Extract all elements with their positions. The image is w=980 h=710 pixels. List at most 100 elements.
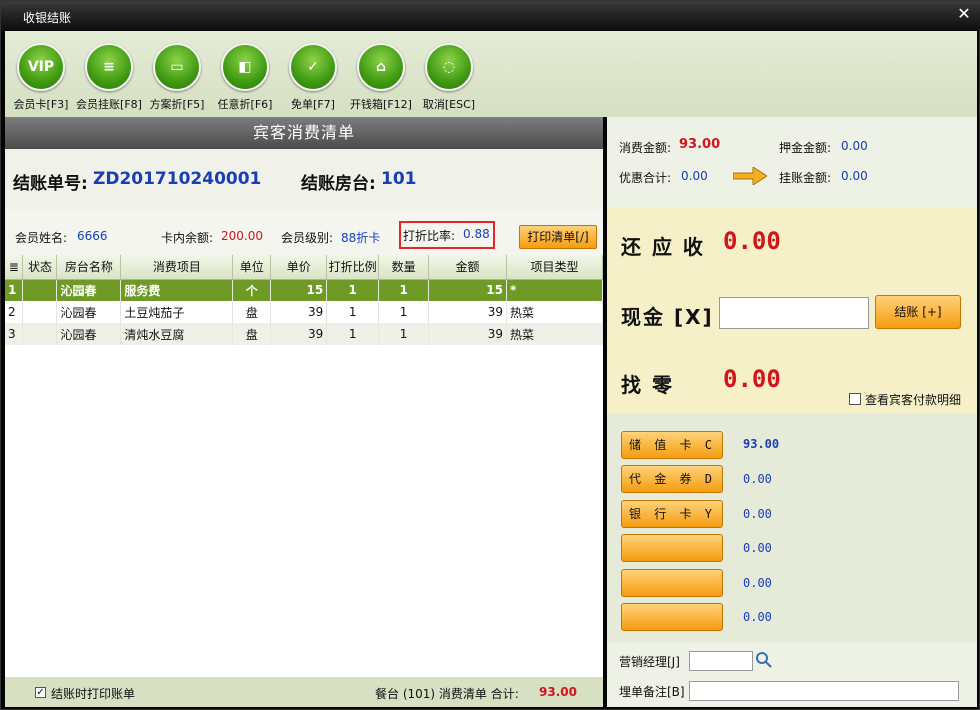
cancel-label: 取消[ESC]: [422, 98, 476, 111]
free-discount-label: 任意折[F6]: [217, 98, 273, 111]
credit-value: 0.00: [841, 169, 868, 183]
footer-summary-label: 餐台 (101) 消费清单 合计:: [375, 687, 519, 701]
col-room[interactable]: 房台名称: [56, 255, 122, 280]
table-row[interactable]: 2 沁园春 土豆炖茄子 盘 39 1 1 39 热菜: [5, 301, 603, 323]
discount-total-label: 优惠合计:: [619, 171, 672, 185]
voucher-button[interactable]: 代 金 券 D: [621, 465, 723, 493]
cash-label: 现金 [X]: [621, 305, 714, 329]
member-level-label: 会员级别:: [281, 231, 334, 245]
vip-card-label: 会员卡[F3]: [13, 98, 69, 111]
remark-input[interactable]: [689, 681, 959, 701]
payment-method-amount-6: 0.00: [743, 610, 772, 624]
window-title: 收银结账: [23, 11, 72, 25]
arrow-right-icon: [733, 167, 767, 185]
row-status: [22, 301, 58, 323]
row-index: 3: [5, 323, 24, 345]
cancel-button[interactable]: ◌ 取消[ESC]: [415, 39, 483, 115]
member-credit-button[interactable]: ≡ 会员挂账[F8]: [75, 39, 143, 115]
scheme-discount-button[interactable]: ▭ 方案折[F5]: [143, 39, 211, 115]
col-unit[interactable]: 单位: [232, 255, 272, 280]
amount-due-label: 还 应 收: [621, 235, 705, 259]
discount-total-value: 0.00: [681, 169, 708, 183]
vip-card-icon: VIP: [17, 43, 65, 91]
deposit-label: 押金金额:: [779, 141, 832, 155]
free-order-button[interactable]: ✓ 免单[F7]: [279, 39, 347, 115]
row-qty: 1: [378, 279, 430, 301]
stored-value-card-button[interactable]: 储 值 卡 C: [621, 431, 723, 459]
table-row[interactable]: 1 沁园春 服务费 个 15 1 1 15 *: [5, 279, 603, 301]
free-order-label: 免单[F7]: [291, 98, 335, 111]
cash-drawer-button[interactable]: ⌂ 开钱箱[F12]: [347, 39, 415, 115]
row-amount: 39: [428, 323, 507, 345]
row-item: 土豆炖茄子: [120, 301, 234, 323]
free-discount-button[interactable]: ◧ 任意折[F6]: [211, 39, 279, 115]
col-type[interactable]: 项目类型: [506, 255, 603, 280]
checkout-window: 收银结账 ✕ VIP 会员卡[F3] ≡ 会员挂账[F8] ▭ 方案折[F5] ◧ 任意…: [0, 0, 980, 710]
row-status: [22, 279, 58, 301]
consume-value: 93.00: [679, 137, 721, 152]
row-unit: 个: [232, 279, 272, 301]
row-price: 39: [270, 301, 328, 323]
col-price[interactable]: 单价: [270, 255, 328, 280]
close-icon[interactable]: ✕: [955, 5, 973, 23]
col-status[interactable]: 状态: [22, 255, 58, 280]
row-item: 清炖水豆腐: [120, 323, 234, 345]
member-credit-icon: ≡: [85, 43, 133, 91]
summary-box: 消费金额: 93.00 押金金额: 0.00 优惠合计: 0.00 挂账金额: …: [607, 117, 977, 207]
free-order-icon: ✓: [289, 43, 337, 91]
title-bar: 收银结账 ✕: [1, 1, 980, 31]
free-discount-icon: ◧: [221, 43, 269, 91]
payment-method-button-4[interactable]: [621, 534, 723, 562]
cancel-icon: ◌: [425, 43, 473, 91]
manager-input[interactable]: [689, 651, 753, 671]
table-row[interactable]: 3 沁园春 清炖水豆腐 盘 39 1 1 39 热菜: [5, 323, 603, 345]
row-price: 15: [270, 279, 328, 301]
settle-button[interactable]: 结账 [+]: [875, 295, 961, 329]
discount-rate-highlight: [399, 221, 495, 249]
col-ratio[interactable]: 打折比例: [326, 255, 380, 280]
consume-label: 消费金额:: [619, 141, 672, 155]
row-index-header: ≣: [5, 255, 24, 280]
print-on-checkout-checkbox[interactable]: ✓: [35, 687, 46, 698]
payment-method-button-6[interactable]: [621, 603, 723, 631]
row-room: 沁园春: [56, 301, 122, 323]
bill-panel: 宾客消费清单 结账单号: ZD201710240001 结账房台: 101 会员…: [5, 117, 603, 677]
row-ratio: 1: [326, 279, 380, 301]
col-qty[interactable]: 数量: [378, 255, 430, 280]
payment-method-amount-4: 0.00: [743, 541, 772, 555]
table-header-row: ≣ 状态 房台名称 消费项目 单位 单价 打折比例 数量 金额 项目类型: [5, 255, 603, 280]
member-name-label: 会员姓名:: [15, 231, 68, 245]
cash-drawer-label: 开钱箱[F12]: [350, 98, 412, 111]
card-balance-label: 卡内余额:: [161, 231, 214, 245]
stored-value-card-amount: 93.00: [743, 437, 780, 451]
bill-room-value: 101: [381, 169, 417, 189]
row-qty: 1: [378, 301, 430, 323]
bill-header: 宾客消费清单: [5, 117, 603, 149]
footer-total-value: 93.00: [539, 685, 577, 699]
row-type: 热菜: [506, 301, 603, 323]
credit-label: 挂账金额:: [779, 171, 832, 185]
vip-card-button[interactable]: VIP 会员卡[F3]: [7, 39, 75, 115]
row-price: 39: [270, 323, 328, 345]
cash-input[interactable]: [719, 297, 869, 329]
row-room: 沁园春: [56, 323, 122, 345]
row-type: 热菜: [506, 323, 603, 345]
row-item: 服务费: [120, 279, 234, 301]
bill-no-value: ZD201710240001: [93, 169, 262, 189]
row-index: 2: [5, 301, 24, 323]
payment-detail-checkbox[interactable]: [849, 393, 861, 405]
row-qty: 1: [378, 323, 430, 345]
cash-drawer-icon: ⌂: [357, 43, 405, 91]
amount-due-value: 0.00: [723, 227, 781, 255]
col-item[interactable]: 消费项目: [120, 255, 234, 280]
change-value: 0.00: [723, 365, 781, 393]
scheme-discount-icon: ▭: [153, 43, 201, 91]
row-room: 沁园春: [56, 279, 122, 301]
payment-method-button-5[interactable]: [621, 569, 723, 597]
search-icon[interactable]: [755, 651, 773, 669]
voucher-amount: 0.00: [743, 472, 772, 486]
col-amount[interactable]: 金额: [428, 255, 507, 280]
print-list-button[interactable]: 打印清单[/]: [519, 225, 597, 249]
bank-card-button[interactable]: 银 行 卡 Y: [621, 500, 723, 528]
print-on-checkout-label: 结账时打印账单: [51, 687, 136, 701]
